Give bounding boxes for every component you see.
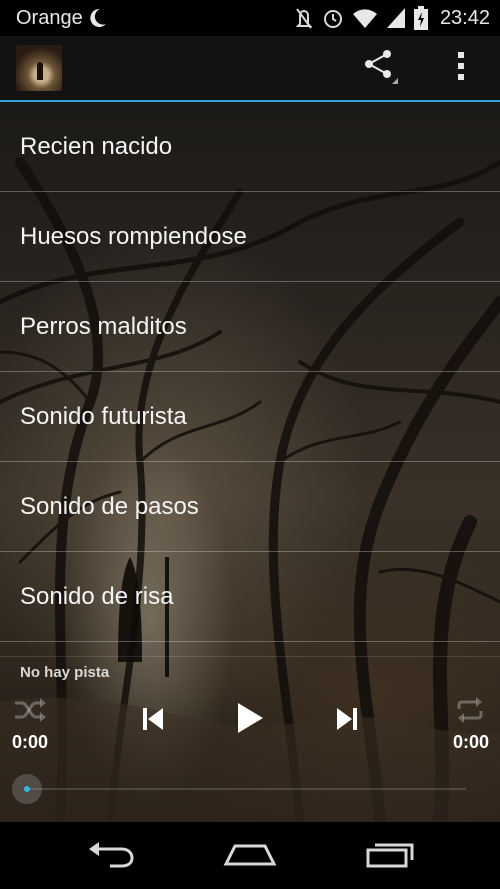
navigation-bar	[0, 822, 500, 889]
list-item-label: Sonido de risa	[20, 582, 174, 610]
next-button[interactable]	[328, 702, 366, 740]
list-item[interactable]: Sonido de risa	[0, 552, 500, 642]
recents-button[interactable]	[355, 836, 425, 876]
previous-button[interactable]	[134, 702, 172, 740]
list-item[interactable]: Recien nacido	[0, 102, 500, 192]
repeat-button[interactable]	[450, 696, 490, 728]
list-item-label: Perros malditos	[20, 312, 187, 340]
app-icon[interactable]	[16, 45, 62, 91]
current-track-label: No hay pista	[20, 664, 110, 681]
total-time: 0:00	[452, 732, 489, 752]
next-icon	[336, 707, 358, 736]
seek-bar[interactable]	[12, 774, 470, 804]
seek-thumb[interactable]	[12, 774, 42, 804]
play-icon	[236, 702, 264, 739]
status-bar: Orange 23:42	[0, 0, 500, 36]
play-button[interactable]	[228, 698, 272, 742]
repeat-icon	[455, 696, 485, 728]
list-item-label: Recien nacido	[20, 132, 173, 160]
clock: 23:42	[439, 6, 490, 29]
wifi-icon	[352, 7, 378, 29]
sound-list: Recien nacido Huesos rompiendose Perros …	[0, 102, 500, 642]
back-button[interactable]	[76, 836, 146, 876]
recents-icon	[365, 840, 415, 873]
battery-icon	[413, 6, 428, 30]
carrier-name: Orange	[16, 6, 83, 29]
list-item-label: Huesos rompiendose	[20, 222, 247, 250]
seek-track	[26, 788, 466, 790]
list-item[interactable]: Sonido futurista	[0, 372, 500, 462]
status-icons: 23:42	[294, 6, 490, 30]
shuffle-button[interactable]	[10, 696, 50, 728]
moon-icon	[89, 7, 107, 29]
share-button[interactable]	[352, 42, 408, 94]
player-divider	[0, 656, 500, 657]
list-item[interactable]: Huesos rompiendose	[0, 192, 500, 282]
signal-icon	[386, 7, 406, 29]
list-item-label: Sonido futurista	[20, 402, 187, 430]
list-item[interactable]: Perros malditos	[0, 282, 500, 372]
home-icon	[223, 840, 277, 873]
previous-icon	[142, 707, 164, 736]
share-icon	[360, 46, 400, 91]
current-time: 0:00	[12, 732, 49, 752]
action-bar	[0, 36, 500, 102]
overflow-menu-button[interactable]	[436, 42, 486, 94]
list-item-label: Sonido de pasos	[20, 492, 199, 520]
list-item[interactable]: Sonido de pasos	[0, 462, 500, 552]
shuffle-icon	[13, 697, 47, 728]
overflow-menu-icon	[456, 50, 466, 87]
mute-icon	[294, 6, 314, 30]
alarm-icon	[322, 7, 344, 29]
home-button[interactable]	[215, 836, 285, 876]
back-icon	[86, 840, 136, 873]
